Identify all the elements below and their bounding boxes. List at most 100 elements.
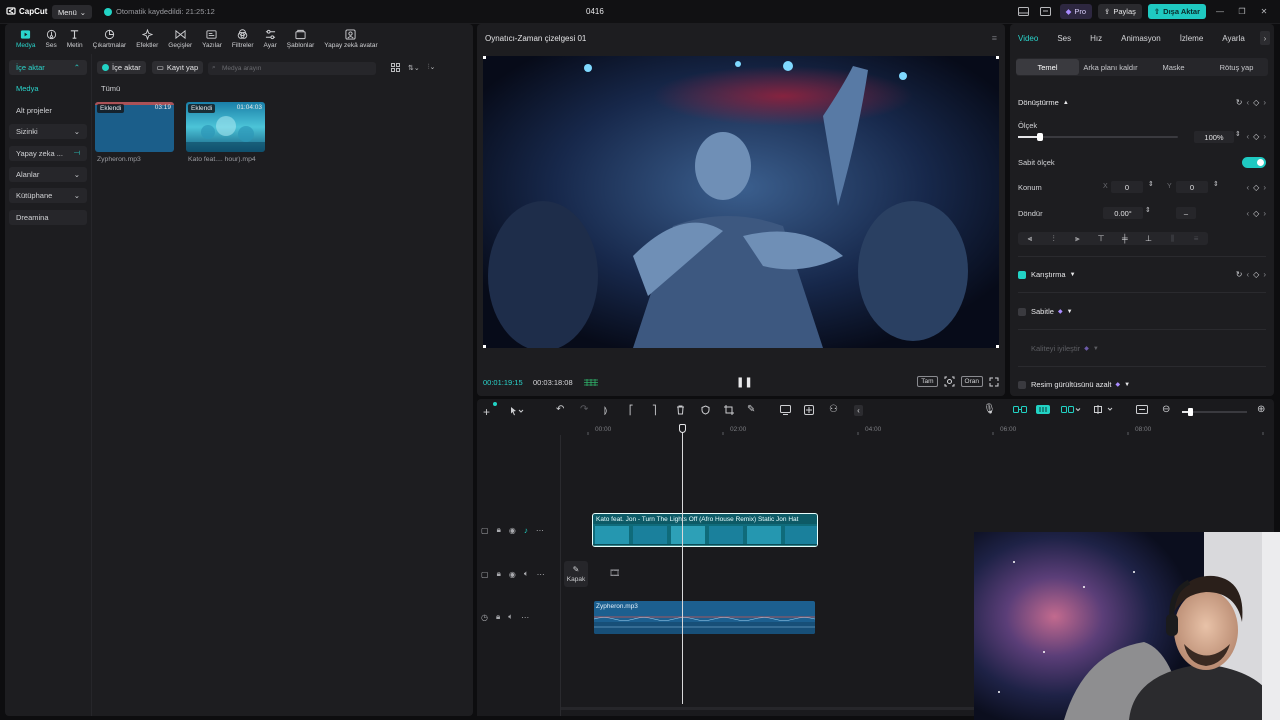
volume-icon[interactable]: 🔈︎ [508,612,513,622]
align-center-h-icon[interactable]: ⫶ [1042,234,1066,244]
prev-keyframe-icon[interactable]: ‹ [1247,132,1250,141]
subtab-mask[interactable]: Maske [1142,59,1205,75]
sidebar-item-media[interactable]: Medya [9,81,87,96]
stabilize-section-header[interactable]: Sabitle ◆ ▼ [1031,307,1073,316]
tab-audio-props[interactable]: Ses [1057,24,1080,52]
magic-edit-icon[interactable]: ✎ [747,404,755,415]
align-left-icon[interactable]: ⫷ [1018,234,1042,244]
prev-keyframe-icon[interactable]: ‹ [1247,98,1250,107]
tab-ai-avatar[interactable]: Yapay zekâ avatar [319,25,382,53]
tab-audio[interactable]: Ses [41,25,62,53]
uniform-scale-toggle[interactable] [1242,157,1266,168]
crop-handle-tl[interactable] [483,56,486,59]
volume-icon[interactable]: 🔈︎ [524,569,529,579]
screen-icon[interactable] [780,405,791,415]
aspect-ratio-button[interactable]: Oran [960,376,983,387]
prev-keyframe-icon[interactable]: ‹ [1247,183,1250,192]
tab-media[interactable]: Medya [11,25,41,53]
sidebar-item-ai[interactable]: Yapay zeka ... ⟞ [9,145,87,161]
prev-keyframe-icon[interactable]: ‹ [1247,270,1250,279]
crop-handle-tr[interactable] [996,56,999,59]
tab-speed[interactable]: Hız [1090,24,1111,52]
stabilize-checkbox[interactable] [1018,308,1026,316]
playhead-handle[interactable] [679,424,686,433]
minimize-icon[interactable]: — [1212,4,1228,19]
lock-icon[interactable]: 🔒︎ [496,612,500,622]
split-icon[interactable]: ⟭ [604,405,607,416]
sort-icon[interactable]: ⇅⌄ [408,64,420,72]
more-icon[interactable]: ⋯ [536,526,544,535]
lock-icon[interactable]: 🔒︎ [497,569,501,579]
next-keyframe-icon[interactable]: › [1263,209,1266,218]
stepper-icon[interactable]: ⇕ [1145,206,1151,214]
collapse-toolbar-icon[interactable]: ‹ [854,405,863,416]
distribute-h-icon[interactable]: ⫼ [1161,234,1185,244]
denoise-checkbox[interactable] [1018,381,1026,389]
grid-view-icon[interactable] [391,63,400,72]
link-clips-icon[interactable] [1013,406,1027,413]
scale-slider[interactable] [1018,133,1178,141]
more-icon[interactable]: ⋯ [521,613,529,622]
zoom-out-icon[interactable]: ⊖ [1162,404,1170,415]
cover-button[interactable]: ✎ Kapak [564,561,588,587]
split-right-icon[interactable]: ⎤ [652,405,657,416]
distribute-v-icon[interactable]: ≡ [1184,234,1208,243]
subtab-retouch[interactable]: Rötuş yap [1205,59,1268,75]
zoom-in-icon[interactable]: ⊕ [1257,404,1265,415]
fullscreen-icon[interactable] [989,377,999,387]
shortcuts-icon[interactable] [1038,4,1054,19]
stepper-icon[interactable]: ⇕ [1235,130,1241,138]
tab-adjust[interactable]: Ayar [259,25,282,53]
redo-icon[interactable]: ↷ [580,404,588,415]
stepper-icon[interactable]: ⇕ [1148,180,1154,188]
media-item-video[interactable]: Eklendi 01:04:03 [186,102,265,152]
subtab-basic[interactable]: Temel [1016,59,1079,75]
sidebar-item-yours[interactable]: Sizinki ⌄ [9,124,87,140]
import-button[interactable]: İçe aktar [97,61,146,74]
rotate-direction-button[interactable]: – [1176,207,1196,219]
rotate-input[interactable]: 0.00° [1103,207,1143,219]
audio-toggle-icon[interactable]: ♪ [524,526,528,535]
blend-checkbox[interactable] [1018,271,1026,279]
eye-icon[interactable]: ◉ [509,526,516,535]
tab-transitions[interactable]: Geçişler [163,25,197,53]
layout-icon[interactable] [1016,4,1032,19]
project-title[interactable]: 0416 [586,7,604,16]
media-search-input[interactable]: ⌕ Medya arayın [208,62,376,75]
menu-button[interactable]: Menü ⌄ [52,5,93,19]
timeline-zoom-slider[interactable] [1182,408,1247,416]
freeze-icon[interactable] [804,405,814,415]
sidebar-item-spaces[interactable]: Alanlar ⌄ [9,166,87,182]
delete-icon[interactable] [676,405,685,415]
preview-axis-icon[interactable] [1094,405,1114,414]
align-top-icon[interactable]: ⊤ [1089,234,1113,243]
media-filter-label[interactable]: Tümü [101,84,120,93]
align-right-icon[interactable]: ⫸ [1066,234,1090,244]
sidebar-item-subprojects[interactable]: Alt projeler [9,103,87,118]
timeline-zoom-handle[interactable] [1188,408,1193,416]
eye-icon[interactable]: ◉ [509,570,516,579]
snap-icon[interactable] [1061,406,1081,413]
select-tool-icon[interactable] [510,406,524,416]
reset-icon[interactable]: ↻ [1236,270,1243,279]
person-icon[interactable]: ⚇ [829,404,838,415]
shield-icon[interactable] [701,405,710,415]
tab-adjust-props[interactable]: Ayarla [1222,24,1254,52]
keyframe-icon[interactable]: ◇ [1253,98,1259,107]
tab-animation[interactable]: Animasyon [1121,24,1170,52]
prev-keyframe-icon[interactable]: ‹ [1247,209,1250,218]
export-button[interactable]: ⇧ Dışa Aktar [1147,4,1206,19]
reset-icon[interactable]: ↻ [1236,98,1243,107]
pro-button[interactable]: ◆ Pro [1059,4,1093,19]
add-track-icon[interactable]: + [483,405,490,419]
tab-tracking[interactable]: İzleme [1180,24,1213,52]
more-icon[interactable]: ⋯ [537,570,545,579]
crop-handle-bl[interactable] [483,345,486,348]
next-keyframe-icon[interactable]: › [1263,98,1266,107]
player-menu-icon[interactable]: ≡ [992,33,997,43]
next-keyframe-icon[interactable]: › [1263,270,1266,279]
crop-icon[interactable] [724,405,734,415]
playhead[interactable] [679,424,686,704]
crop-handle-br[interactable] [996,345,999,348]
close-icon[interactable]: ✕ [1256,4,1272,19]
